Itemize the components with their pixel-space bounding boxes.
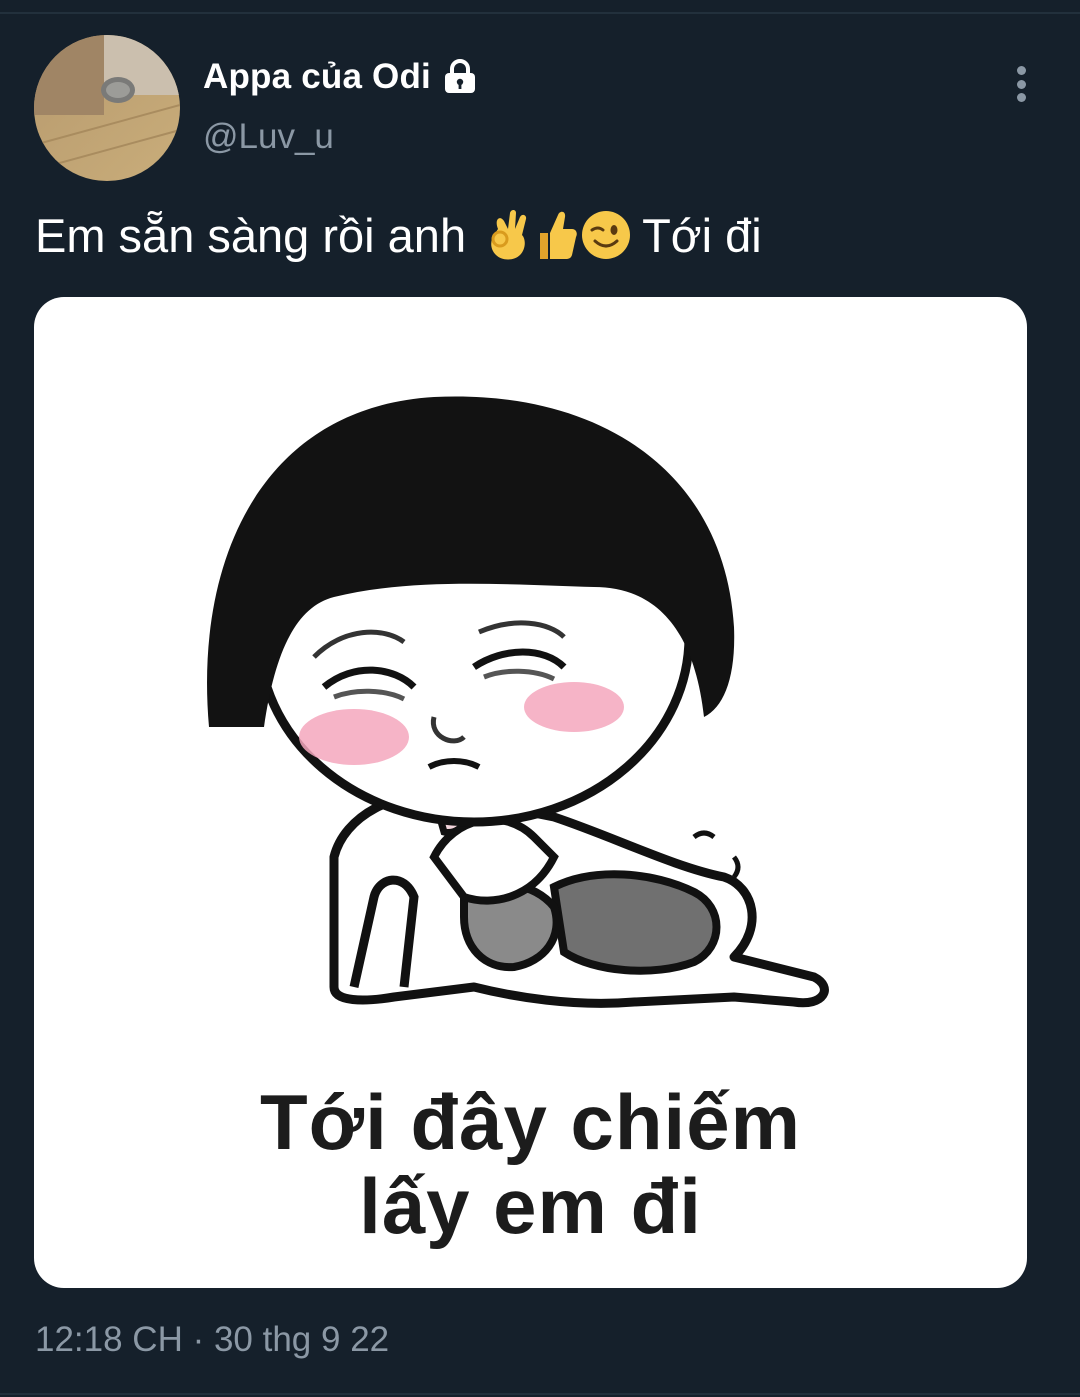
lock-icon xyxy=(441,58,479,96)
meme-caption-line-2: lấy em đi xyxy=(359,1162,702,1250)
more-dot xyxy=(1016,66,1026,75)
more-dot xyxy=(1016,79,1026,89)
meme-caption-line-1: Tới đây chiếm xyxy=(260,1078,801,1166)
user-handle[interactable]: @Luv_u xyxy=(203,117,334,157)
media-image[interactable]: Tới đây chiếm lấy em đi xyxy=(34,297,1027,1288)
tweet-text: Em sẵn sàng rồi anh Tới đi xyxy=(35,205,762,265)
more-vertical-icon[interactable] xyxy=(1002,60,1040,108)
more-dot xyxy=(1016,93,1026,102)
thumbs-up-emoji xyxy=(534,209,578,261)
ok-hand-emoji xyxy=(484,209,532,261)
bottom-divider xyxy=(0,1393,1080,1395)
avatar[interactable] xyxy=(34,35,180,181)
display-name-row: Appa của Odi xyxy=(203,55,479,99)
emoji-group xyxy=(484,209,632,261)
meme-illustration xyxy=(207,396,829,1008)
tweet-timestamp[interactable]: 12:18 CH · 30 thg 9 22 xyxy=(35,1320,389,1360)
winking-face-emoji xyxy=(580,209,632,261)
display-name[interactable]: Appa của Odi xyxy=(203,57,431,97)
tweet-detail: Appa của Odi @Luv_u Em sẵn sàng rồi anh xyxy=(0,0,1080,1397)
tweet-text-end: Tới đi xyxy=(642,208,762,262)
tweet-text-start: Em sẵn sàng rồi anh xyxy=(35,208,467,262)
